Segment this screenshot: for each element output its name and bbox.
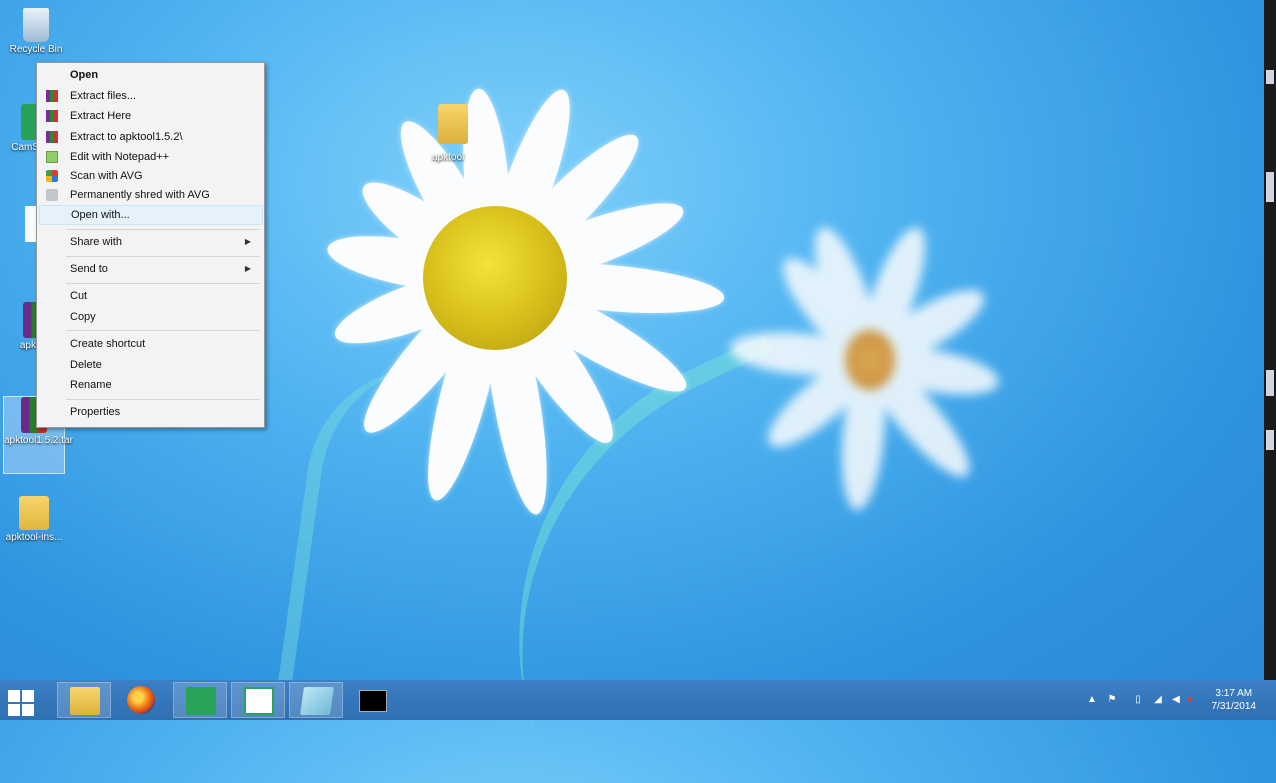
menu-separator xyxy=(66,283,260,284)
menu-item-extract-files[interactable]: Extract files... xyxy=(39,86,261,106)
show-hidden-icons-icon[interactable]: ▲ xyxy=(1086,694,1098,706)
menu-item-cut[interactable]: Cut xyxy=(39,286,261,306)
recycle-bin-icon xyxy=(23,8,49,42)
desktop-icon-apktool-install[interactable]: apktool-ins... xyxy=(4,496,64,543)
taskbar: ▲ ⚑ ▯ ◢ ◀ ● 3:17 AM 7/31/2014 xyxy=(0,680,1276,720)
taskbar-firefox[interactable] xyxy=(115,682,169,718)
camstudio-player-icon xyxy=(244,687,274,715)
taskbar-notes-app[interactable] xyxy=(289,682,343,718)
device-icon[interactable]: ▯ xyxy=(1132,694,1144,706)
command-prompt-icon xyxy=(359,690,387,712)
network-icon[interactable]: ◢ xyxy=(1152,694,1164,706)
menu-item-share-with[interactable]: Share with ▶ xyxy=(39,232,261,252)
menu-item-delete[interactable]: Delete xyxy=(39,355,261,375)
firefox-icon xyxy=(127,686,155,714)
desktop-icon-label: apktool-ins... xyxy=(5,532,63,543)
menu-item-extract-to[interactable]: Extract to apktool1.5.2\ xyxy=(39,127,261,147)
submenu-arrow-icon: ▶ xyxy=(244,264,251,273)
avg-icon xyxy=(46,170,58,182)
context-menu: Open Extract files... Extract Here Extra… xyxy=(36,62,265,428)
menu-separator xyxy=(66,330,260,331)
folder-icon[interactable] xyxy=(438,104,468,144)
windows-logo-icon xyxy=(8,690,34,716)
menu-item-properties[interactable]: Properties xyxy=(39,402,261,422)
menu-item-create-shortcut[interactable]: Create shortcut xyxy=(39,334,261,354)
desktop-icon-recycle-bin[interactable]: Recycle Bin xyxy=(6,8,66,55)
menu-item-open[interactable]: Open xyxy=(39,65,261,85)
submenu-arrow-icon: ▶ xyxy=(244,237,251,246)
menu-separator xyxy=(66,256,260,257)
menu-item-extract-here[interactable]: Extract Here xyxy=(39,106,261,126)
menu-item-shred-avg[interactable]: Permanently shred with AVG xyxy=(39,185,261,205)
file-explorer-icon xyxy=(70,687,100,715)
menu-item-scan-avg[interactable]: Scan with AVG xyxy=(39,166,261,186)
menu-item-edit-notepad[interactable]: Edit with Notepad++ xyxy=(39,147,261,167)
clock-date: 7/31/2014 xyxy=(1211,701,1257,712)
taskbar-command-prompt[interactable] xyxy=(347,682,401,718)
menu-separator xyxy=(66,399,260,400)
camstudio-icon xyxy=(186,687,216,715)
avg-shred-icon xyxy=(46,189,58,201)
clock[interactable]: 3:17 AM 7/31/2014 xyxy=(1212,687,1257,713)
winrar-icon xyxy=(46,90,58,102)
clock-time: 3:17 AM xyxy=(1215,688,1253,699)
notepad-plus-plus-icon xyxy=(46,151,58,163)
notes-app-icon xyxy=(300,687,334,715)
winrar-icon xyxy=(46,131,58,143)
folder-icon xyxy=(19,496,49,530)
menu-item-copy[interactable]: Copy xyxy=(39,307,261,327)
menu-item-rename[interactable]: Rename xyxy=(39,375,261,395)
avg-tray-icon[interactable]: ● xyxy=(1184,694,1196,706)
start-button[interactable] xyxy=(0,682,54,718)
volume-icon[interactable]: ◀ xyxy=(1170,694,1182,706)
menu-item-send-to[interactable]: Send to ▶ xyxy=(39,259,261,279)
system-tray: ▲ ⚑ ▯ ◢ ◀ ● 3:17 AM 7/31/2014 xyxy=(1080,680,1276,720)
action-center-flag-icon[interactable]: ⚑ xyxy=(1106,694,1118,706)
winrar-icon xyxy=(46,110,58,122)
floating-folder-label: apktool xyxy=(432,152,465,163)
menu-separator xyxy=(66,229,260,230)
taskbar-camstudio-player[interactable] xyxy=(231,682,285,718)
right-edge-strip xyxy=(1264,0,1276,690)
menu-item-open-with[interactable]: Open with... xyxy=(39,205,263,225)
taskbar-camstudio[interactable] xyxy=(173,682,227,718)
desktop-icon-label: apktool1.5.2.tar xyxy=(4,435,73,446)
taskbar-file-explorer[interactable] xyxy=(57,682,111,718)
desktop-icon-label: Recycle Bin xyxy=(9,44,63,55)
